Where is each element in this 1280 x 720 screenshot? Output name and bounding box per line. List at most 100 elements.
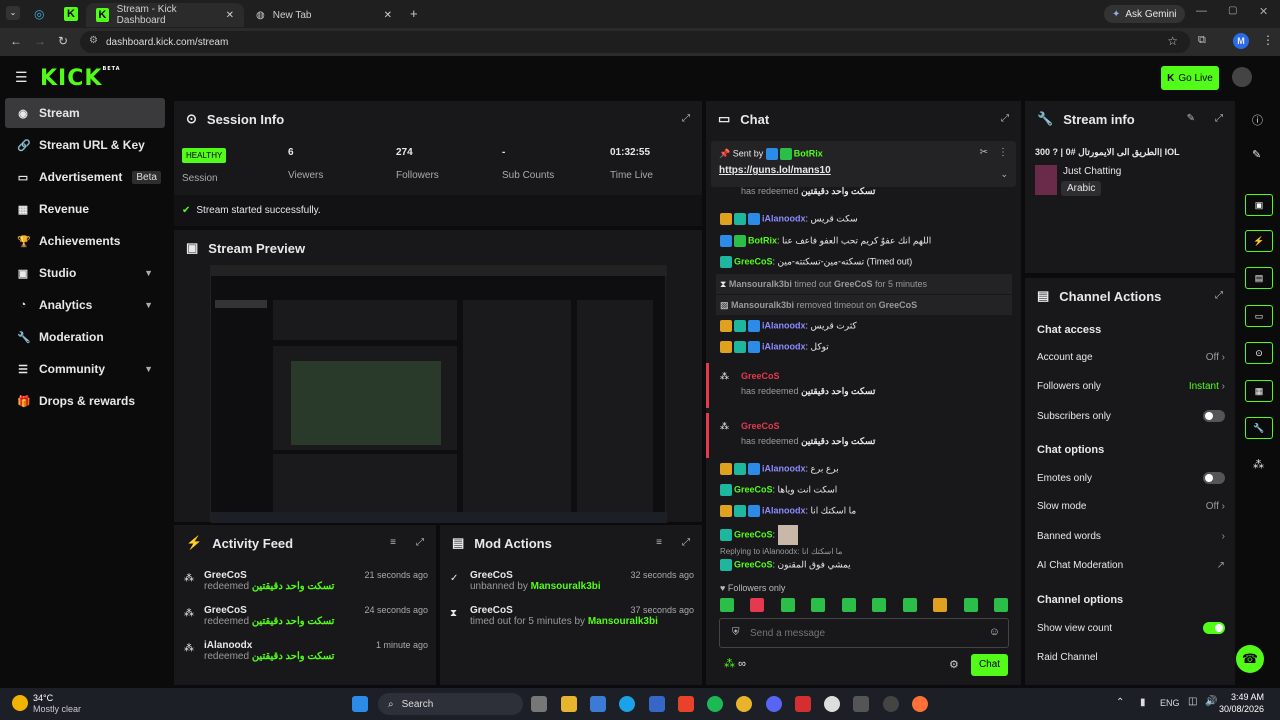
edit-layout-icon[interactable]: ✎ <box>1252 148 1261 161</box>
tab-stream-dashboard[interactable]: K Stream - Kick Dashboard ✕ <box>86 3 244 27</box>
restore-button[interactable]: ▢ <box>1228 5 1237 16</box>
app-icon[interactable] <box>795 696 811 712</box>
redeem-user[interactable]: GreeCoS <box>741 371 875 381</box>
followers-only-row[interactable]: Followers only Instant › <box>1037 381 1225 392</box>
chat-username[interactable]: GreeCoS <box>734 559 773 569</box>
brave-icon[interactable] <box>678 696 694 712</box>
chat-message[interactable]: iAlanoodx: سكت قريس <box>720 213 1010 225</box>
app-icon[interactable] <box>883 696 899 712</box>
chat-username[interactable]: GreeCoS <box>734 484 773 494</box>
tab-new-tab[interactable]: ◍ New Tab ✕ <box>246 3 402 27</box>
chat-message-input[interactable] <box>750 623 970 643</box>
rail-wrench-icon[interactable]: 🔧 <box>1245 417 1273 439</box>
chat-settings-gear-icon[interactable]: ⚙ <box>949 658 959 671</box>
task-view-icon[interactable] <box>531 696 547 712</box>
forward-icon[interactable]: → <box>34 34 46 48</box>
emote-icon[interactable] <box>750 598 765 612</box>
pinned-kick-tab[interactable]: K <box>64 7 78 21</box>
expand-icon[interactable]: ⤢ <box>1001 113 1009 124</box>
ai-moderation-row[interactable]: AI Chat Moderation ↗ <box>1037 560 1225 571</box>
bookmark-star-icon[interactable]: ☆ <box>1167 34 1178 48</box>
chat-message[interactable]: GreeCoS: اسكت انت وياها <box>720 484 1010 496</box>
clock-time[interactable]: 3:49 AM <box>1222 692 1264 702</box>
kick-logo[interactable]: KICKBETA <box>40 66 121 91</box>
expand-icon[interactable]: ⤢ <box>416 537 424 548</box>
chat-username[interactable]: iAlanoodx <box>762 213 806 223</box>
rail-channel-icon[interactable]: ▦ <box>1245 380 1273 402</box>
tray-chevron-up-icon[interactable]: ⌃ <box>1116 697 1124 708</box>
chat-message[interactable]: GreeCoS: تسكته-مين-تسكتته-مين (Timed out… <box>720 256 1010 268</box>
rail-chat-icon[interactable]: ▭ <box>1245 305 1273 327</box>
weather-temp[interactable]: 34°C <box>33 693 53 703</box>
spotify-icon[interactable] <box>707 696 723 712</box>
store-icon[interactable] <box>590 696 606 712</box>
send-chat-button[interactable]: Chat <box>971 654 1008 676</box>
subscribers-only-toggle[interactable] <box>1203 410 1225 422</box>
sidebar-item-achievements[interactable]: 🏆 Achievements <box>5 226 165 256</box>
close-window-button[interactable]: ✕ <box>1259 5 1268 18</box>
site-info-icon[interactable]: ⚙ <box>89 35 98 46</box>
chat-message[interactable]: GreeCoS: يمشي فوق المقنون <box>720 559 1010 571</box>
chat-username[interactable]: BotRix <box>748 235 777 245</box>
emote-icon[interactable] <box>872 598 887 612</box>
filter-icon[interactable]: ≡ <box>390 537 396 548</box>
chat-username[interactable]: iAlanoodx <box>762 463 806 473</box>
language-indicator[interactable]: ENG <box>1160 698 1180 708</box>
expand-icon[interactable]: ⤢ <box>682 537 690 548</box>
browser-menu-icon[interactable]: ⋮ <box>1262 33 1274 47</box>
sidebar-item-studio[interactable]: ▣ Studio ▼ <box>5 258 165 288</box>
file-explorer-icon[interactable] <box>561 696 577 712</box>
points-balance[interactable]: ⁂ ∞ <box>724 657 746 670</box>
emote-icon[interactable] <box>902 598 917 612</box>
redeem-user[interactable]: GreeCoS <box>741 421 875 431</box>
pinned-tab-icon[interactable]: ◎ <box>34 7 48 21</box>
windows-start-icon[interactable] <box>352 696 368 712</box>
chat-message[interactable]: BotRix: اللهم انك عفوٌ كريم تحب العفو فا… <box>720 235 1010 247</box>
stream-preview-video[interactable] <box>210 265 667 523</box>
sidebar-item-community[interactable]: ☰ Community ▼ <box>5 354 165 384</box>
sidebar-item-stream-url[interactable]: 🔗 Stream URL & Key <box>5 130 165 160</box>
rail-bolt-icon[interactable]: ⚡ <box>1245 230 1273 252</box>
chat-username[interactable]: iAlanoodx <box>762 341 806 351</box>
edge-icon[interactable] <box>619 696 635 712</box>
sidebar-item-analytics[interactable]: ◔ Analytics ▼ <box>5 290 165 320</box>
edit-pencil-icon[interactable]: ✎ <box>1187 113 1195 124</box>
sidebar-item-moderation[interactable]: 🔧 Moderation <box>5 322 165 352</box>
pinned-message[interactable]: 📌 Sent by BotRix https://guns.lol/mans10… <box>711 141 1016 187</box>
chat-message[interactable]: iAlanoodx: ما اسكتك انا <box>720 505 1010 517</box>
support-chat-icon[interactable]: ☎ <box>1236 645 1264 673</box>
info-icon[interactable]: ⓘ <box>1252 112 1263 128</box>
filter-icon[interactable]: ≡ <box>656 537 662 548</box>
emote-icon[interactable] <box>780 598 795 612</box>
network-icon[interactable]: ◫ <box>1188 696 1197 707</box>
chrome-icon[interactable] <box>736 696 752 712</box>
tab-search-icon[interactable]: ⌄ <box>6 6 20 20</box>
obs-icon[interactable] <box>824 696 840 712</box>
hamburger-menu-icon[interactable]: ☰ <box>15 69 28 86</box>
chat-message[interactable]: GreeCoS: <box>720 525 1010 547</box>
go-live-button[interactable]: K Go Live <box>1161 66 1219 90</box>
ask-gemini-button[interactable]: ✦ Ask Gemini <box>1104 5 1185 23</box>
close-tab-icon[interactable]: ✕ <box>384 10 392 21</box>
more-options-icon[interactable]: ⋮ <box>998 147 1008 158</box>
emoji-icon[interactable]: ☺ <box>989 626 1000 638</box>
back-icon[interactable]: ← <box>10 34 22 48</box>
chat-username[interactable]: iAlanoodx <box>762 505 806 515</box>
chat-message[interactable]: iAlanoodx: برع برع <box>720 463 1010 475</box>
sidebar-item-stream[interactable]: ◉ Stream <box>5 98 165 128</box>
emote-icon[interactable] <box>993 598 1008 612</box>
tray-app-icon[interactable]: ▮ <box>1140 697 1146 708</box>
extensions-icon[interactable]: ⧉ <box>1198 34 1206 47</box>
chat-username[interactable]: iAlanoodx <box>762 320 806 330</box>
expand-icon[interactable]: ⤢ <box>1215 113 1223 124</box>
sidebar-item-advertisement[interactable]: ▭ Advertisement Beta <box>5 162 165 192</box>
minimize-button[interactable]: — <box>1196 5 1207 17</box>
discord-icon[interactable] <box>766 696 782 712</box>
app-icon[interactable] <box>853 696 869 712</box>
pinned-link[interactable]: https://guns.lol/mans10 <box>719 165 831 176</box>
new-tab-button[interactable]: + <box>410 6 418 21</box>
slow-mode-row[interactable]: Slow mode Off › <box>1037 501 1225 512</box>
chat-message[interactable]: iAlanoodx: توكل <box>720 341 1010 353</box>
taskbar-search[interactable]: ⌕ Search <box>378 693 523 715</box>
emote-icon[interactable] <box>963 598 978 612</box>
